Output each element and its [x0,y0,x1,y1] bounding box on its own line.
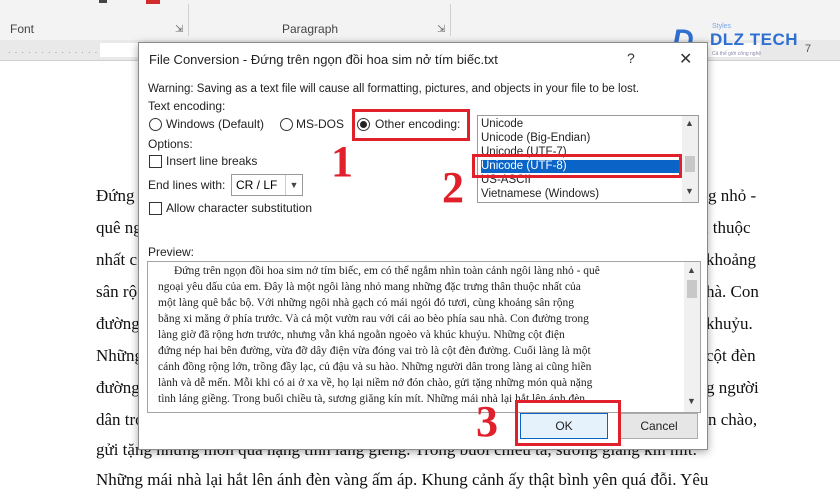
step-number-3: 3 [476,397,498,446]
end-lines-value: CR / LF [236,178,278,192]
doc-line: đường [96,314,140,333]
scroll-up-icon[interactable]: ▲ [687,265,696,275]
doc-line: Những mái nhà lại hắt lên ánh đèn vàng ấ… [96,470,709,489]
doc-line-fragment: cột đèn [706,346,756,365]
file-conversion-dialog: File Conversion - Đứng trên ngọn đồi hoa… [138,42,708,450]
ms-dos-radio[interactable] [280,118,293,131]
preview-box[interactable]: Đứng trên ngọn đồi hoa sim nở tím biếc, … [147,261,701,413]
encoding-option[interactable]: Unicode [481,118,679,131]
logo-subtitle: Styles [712,23,732,30]
preview-line: ngoại yêu dấu của em. Đây là một ngôi là… [158,281,581,293]
doc-line-fragment: khoảng [706,250,757,269]
ribbon-divider [450,4,451,36]
ms-dos-label[interactable]: MS-DOS [296,117,344,131]
step-number-1: 1 [331,137,353,186]
doc-line: dân tro [96,410,144,429]
cancel-button[interactable]: Cancel [620,413,698,439]
doc-line: nhất c [96,250,138,269]
doc-line: Đứng [96,186,135,205]
preview-line: làng giờ đã rộng hơn trước, nhưng vẫn kh… [158,329,565,341]
windows-default-label[interactable]: Windows (Default) [166,117,264,131]
doc-line-fragment: g người [706,378,759,397]
doc-line: đường [96,378,140,397]
paragraph-group-label: Paragraph [282,22,339,36]
font-group-label: Font [10,22,35,36]
preview-scrollbar[interactable]: ▲ ▼ [684,262,700,412]
logo-brand: DLZ TECH [710,30,799,49]
ruler-number: 7 [805,43,812,55]
ruler-ticks: ·············· [8,48,102,57]
windows-default-radio[interactable] [149,118,162,131]
preview-line: một làng quê bắc bộ. Với những ngôi nhà … [158,297,574,309]
help-button[interactable]: ? [627,50,635,66]
end-lines-label: End lines with: [148,178,226,192]
chevron-down-icon[interactable]: ▼ [285,175,302,195]
insert-line-breaks-checkbox[interactable] [149,155,162,168]
encoding-scrollbar[interactable]: ▲ ▼ [682,116,698,202]
doc-line-fragment: khuỷu. [706,314,753,333]
allow-substitution-checkbox[interactable] [149,202,162,215]
close-button[interactable]: ✕ [679,49,692,69]
end-lines-select[interactable]: CR / LF ▼ [231,174,303,196]
scroll-thumb[interactable] [687,280,697,298]
doc-line: Những [96,346,143,365]
highlight-ok-button [515,400,621,446]
options-label: Options: [148,137,193,151]
doc-line: sân rộ [96,282,138,301]
font-color-indicator[interactable] [146,0,160,4]
ribbon-divider [188,4,189,36]
scroll-down-icon[interactable]: ▼ [687,396,696,406]
preview-line: đứng nép hai bên đường, vừa đỡ dây điện … [158,345,591,357]
underline-color-indicator[interactable] [99,0,107,3]
preview-line: lành và dễ mến. Mỗi khi có ai ở xa về, h… [158,377,593,389]
preview-label: Preview: [148,245,195,259]
preview-line: cánh đồng rộng lớn, trồng đầy lạc, củ đậ… [158,361,592,373]
encoding-option[interactable]: Unicode (Big-Endian) [481,132,679,145]
encoding-option[interactable]: Vietnamese (Windows) [481,188,679,201]
dialog-title: File Conversion - Đứng trên ngọn đồi hoa… [149,52,498,67]
doc-line: quê ng [96,218,142,237]
paragraph-dialog-launcher-icon[interactable]: ⇲ [437,24,445,35]
step-number-2: 2 [442,163,464,212]
highlight-other-encoding [352,109,470,141]
doc-line-fragment: hà. Con [706,282,759,301]
scroll-up-icon[interactable]: ▲ [685,118,694,128]
scroll-thumb[interactable] [685,156,695,172]
highlight-utf8 [472,154,682,178]
warning-text: Warning: Saving as a text file will caus… [148,83,640,95]
scroll-down-icon[interactable]: ▼ [685,186,694,196]
logo-tagline: Cả thế giới công nghệ [712,51,762,57]
preview-line: Đứng trên ngọn đồi hoa sim nở tím biếc, … [174,265,600,277]
doc-line-fragment: g nhỏ - [708,186,757,205]
preview-line: bằng xi măng ở phía trước. Và cả một vườ… [158,313,589,325]
insert-line-breaks-label[interactable]: Insert line breaks [166,154,257,168]
font-dialog-launcher-icon[interactable]: ⇲ [175,24,183,35]
text-encoding-label: Text encoding: [148,99,226,113]
allow-substitution-label[interactable]: Allow character substitution [166,201,312,215]
doc-line-fragment: n chào, [708,410,758,429]
